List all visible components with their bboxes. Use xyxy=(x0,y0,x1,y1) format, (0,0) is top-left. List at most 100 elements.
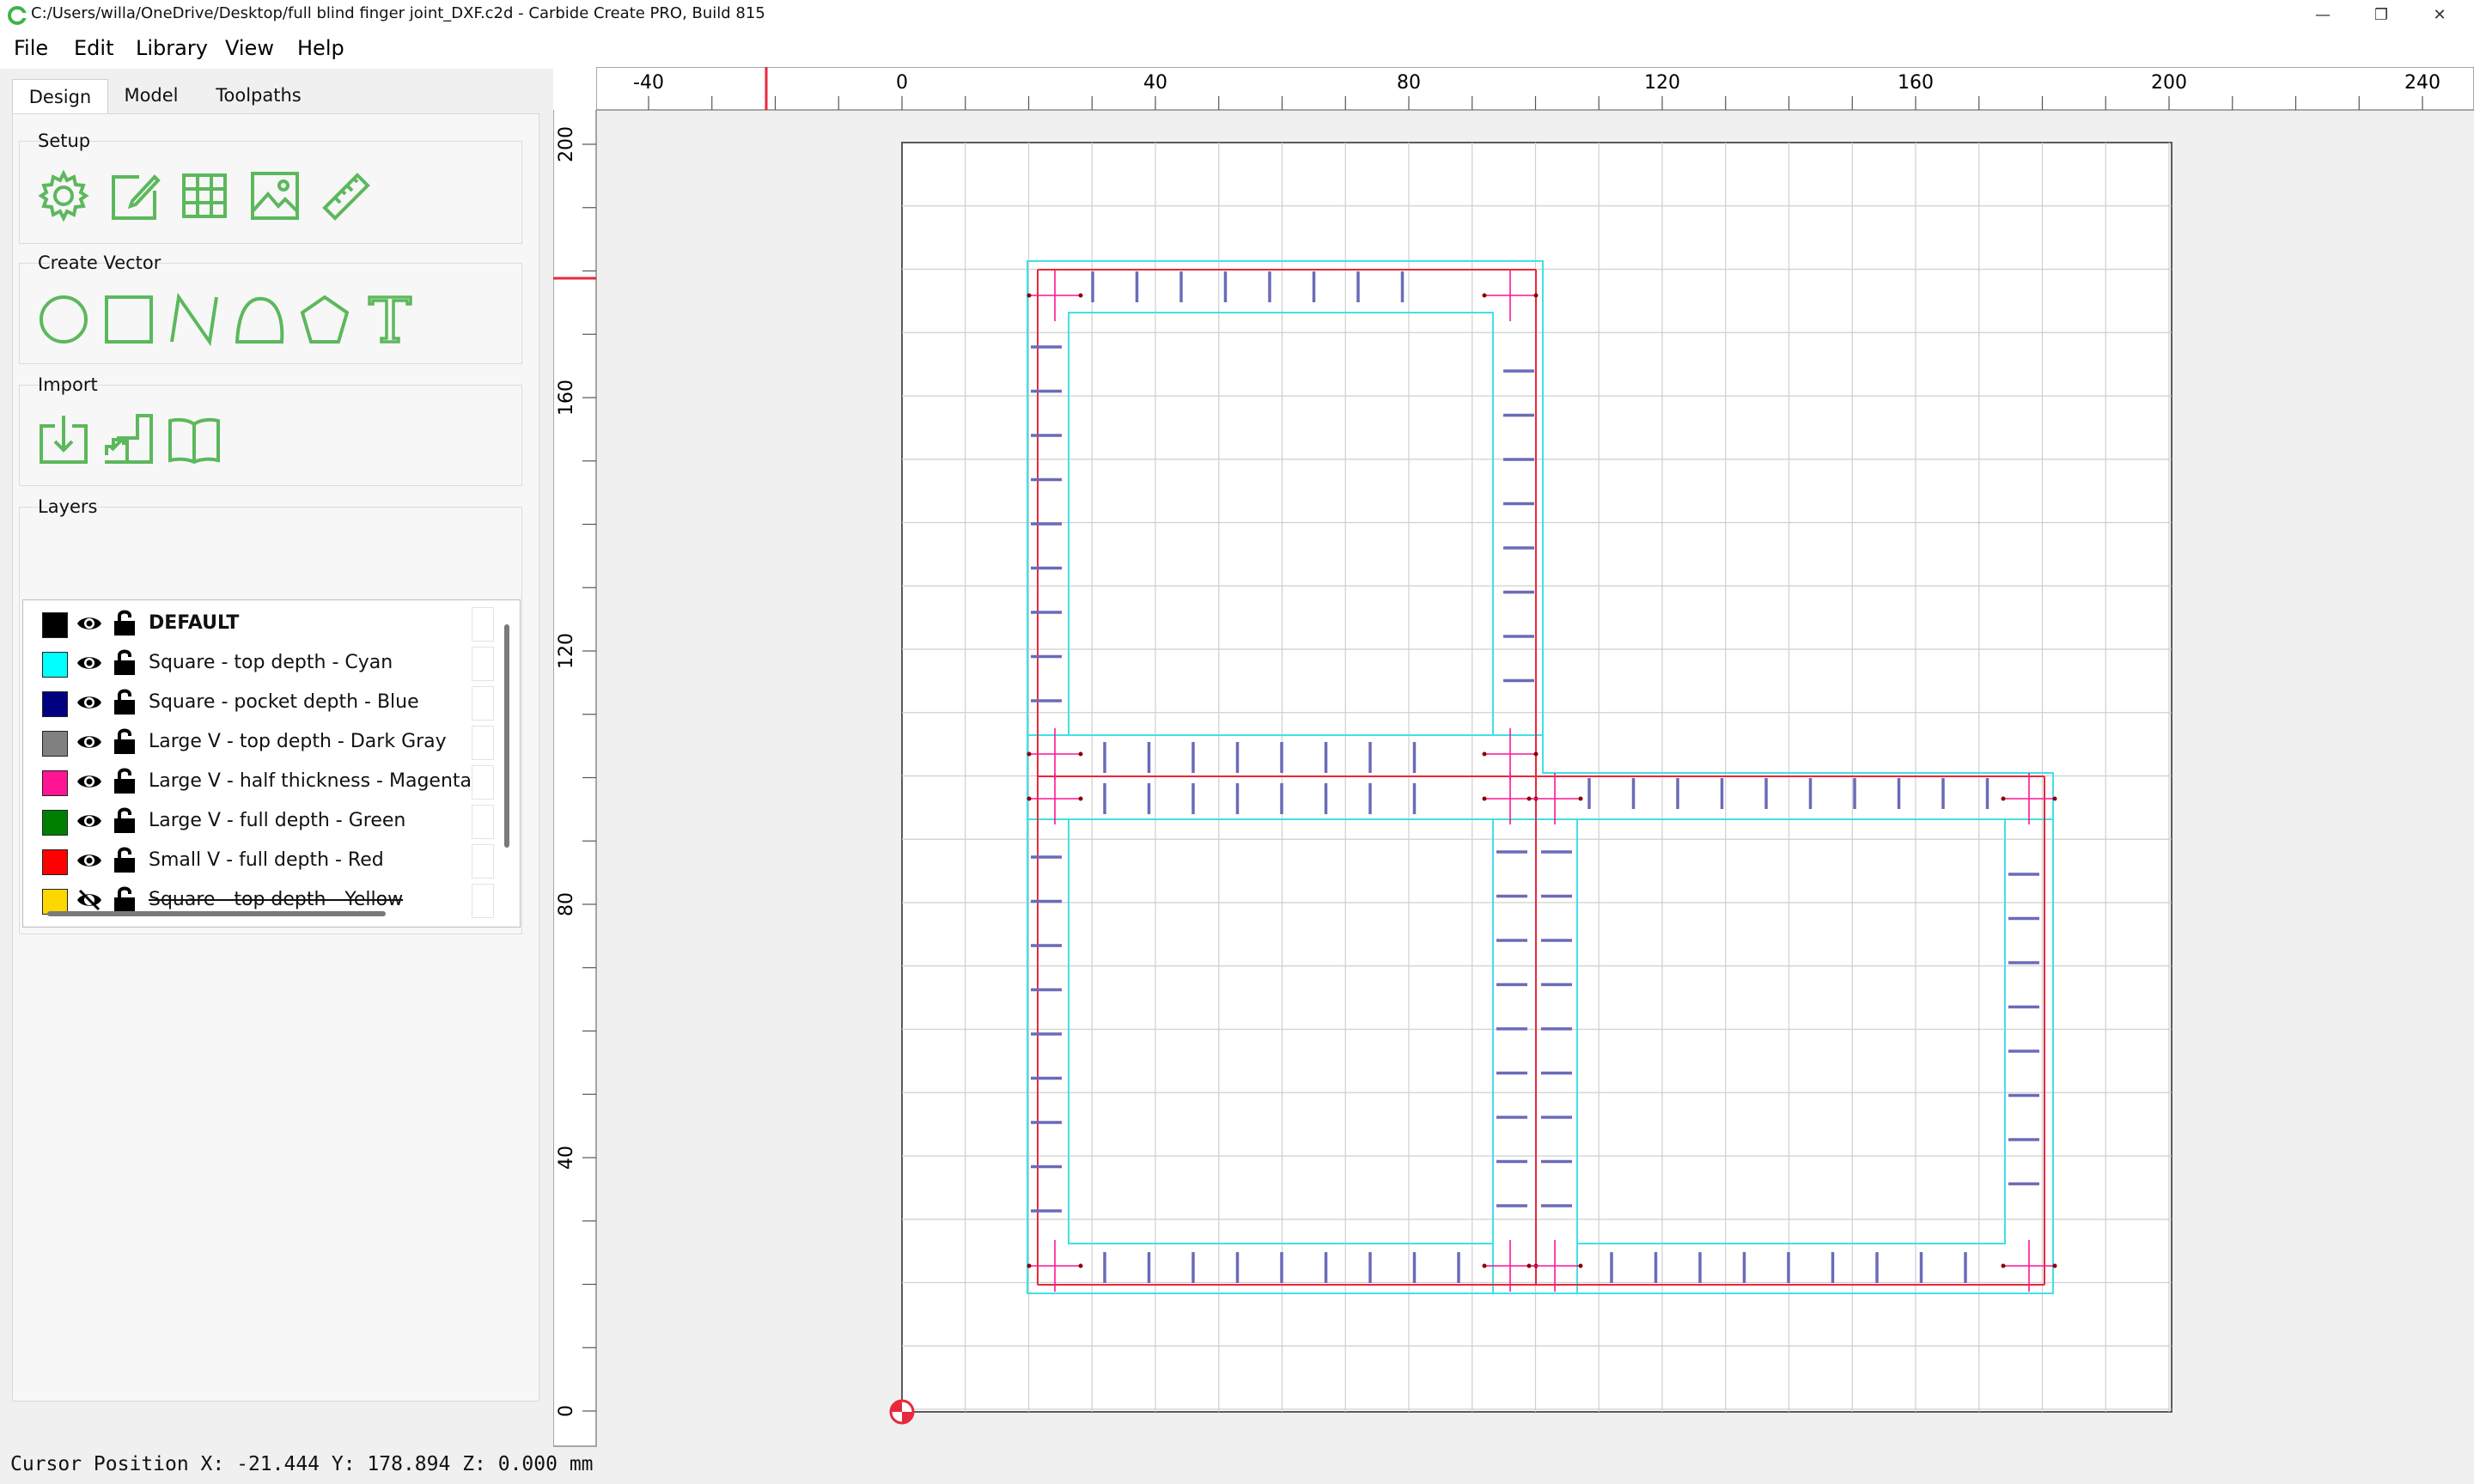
import-group xyxy=(19,385,522,486)
polyline-icon xyxy=(170,292,218,347)
import-stl-button[interactable] xyxy=(101,412,156,467)
unlocked-icon[interactable] xyxy=(113,727,137,755)
unlocked-icon[interactable] xyxy=(113,846,137,873)
restore-icon: ❐ xyxy=(2373,5,2389,24)
draw-polyline-button[interactable] xyxy=(167,292,222,347)
eye-hidden-icon[interactable] xyxy=(76,889,102,911)
design-canvas[interactable]: -40 0 40 80 120 160 200 240 200 160 120 … xyxy=(553,67,2474,1448)
layer-row-blue[interactable]: Square - pocket depth - Blue xyxy=(23,683,494,721)
tab-design[interactable]: Design xyxy=(12,79,108,114)
ruler-label-y: 120 xyxy=(556,633,577,669)
vector-library-button[interactable] xyxy=(167,412,222,467)
layer-color-swatch[interactable] xyxy=(42,810,68,836)
layer-row-magenta[interactable]: Large V - half thickness - Magenta xyxy=(23,762,494,800)
library-book-icon xyxy=(168,417,220,465)
menu-help[interactable]: Help xyxy=(297,36,344,60)
window-title: C:/Users/willa/OneDrive/Desktop/full bli… xyxy=(31,4,765,22)
maximize-button[interactable]: ❐ xyxy=(2354,0,2409,29)
ruler-label-y: 0 xyxy=(556,1405,577,1417)
menu-view[interactable]: View xyxy=(225,36,274,60)
unlocked-icon[interactable] xyxy=(113,609,137,636)
layer-color-swatch[interactable] xyxy=(42,770,68,796)
unlocked-icon[interactable] xyxy=(113,648,137,676)
create-vector-title: Create Vector xyxy=(38,252,161,273)
ruler-label-x: 160 xyxy=(1898,72,1934,94)
layers-title: Layers xyxy=(38,496,98,517)
menu-file[interactable]: File xyxy=(14,36,48,60)
ruler-corner xyxy=(553,67,596,110)
unlocked-icon[interactable] xyxy=(113,806,137,834)
layer-extra-cell[interactable] xyxy=(472,765,494,800)
relief-dot xyxy=(1027,1263,1032,1268)
tab-toolpaths[interactable]: Toolpaths xyxy=(196,79,321,112)
ruler-icon xyxy=(322,173,370,221)
draw-circle-button[interactable] xyxy=(36,292,91,347)
layer-row-default[interactable]: DEFAULT xyxy=(23,604,494,642)
grid-icon xyxy=(182,173,227,218)
layer-extra-cell[interactable] xyxy=(472,686,494,721)
import-vector-button[interactable] xyxy=(36,412,91,467)
layer-row-dark-gray[interactable]: Large V - top depth - Dark Gray xyxy=(23,722,494,760)
layer-extra-cell[interactable] xyxy=(472,607,494,642)
layer-color-swatch[interactable] xyxy=(42,849,68,875)
layers-list[interactable]: DEFAULT Square - top depth - Cyan Square… xyxy=(22,599,521,928)
draw-polygon-button[interactable] xyxy=(297,292,352,347)
measure-button[interactable] xyxy=(318,168,373,223)
draw-text-button[interactable] xyxy=(363,292,417,347)
relief-dot xyxy=(1578,1263,1583,1268)
layer-color-swatch[interactable] xyxy=(42,652,68,678)
layer-row-green[interactable]: Large V - full depth - Green xyxy=(23,801,494,839)
unlocked-icon[interactable] xyxy=(113,688,137,715)
relief-dot xyxy=(1578,796,1583,801)
eye-icon[interactable] xyxy=(76,849,102,872)
draw-rectangle-button[interactable] xyxy=(101,292,156,347)
relief-dot xyxy=(2052,796,2057,801)
title-bar: C:/Users/willa/OneDrive/Desktop/full bli… xyxy=(0,0,2474,29)
minimize-button[interactable]: — xyxy=(2295,0,2350,29)
tab-model[interactable]: Model xyxy=(110,79,192,112)
close-button[interactable]: ✕ xyxy=(2412,0,2467,29)
gear-icon xyxy=(38,169,89,222)
eye-icon[interactable] xyxy=(76,731,102,753)
eye-icon[interactable] xyxy=(76,612,102,635)
background-image-button[interactable] xyxy=(247,168,302,223)
unlocked-icon[interactable] xyxy=(113,767,137,794)
relief-dot xyxy=(1078,1263,1083,1268)
layers-horizontal-scrollbar[interactable] xyxy=(47,911,386,916)
unlocked-icon[interactable] xyxy=(113,885,137,913)
ruler-label-x: 80 xyxy=(1397,72,1421,94)
layer-extra-cell[interactable] xyxy=(472,647,494,681)
layer-color-swatch[interactable] xyxy=(42,691,68,717)
relief-dot xyxy=(1526,1263,1532,1268)
draw-curve-button[interactable] xyxy=(232,292,287,347)
layer-label: DEFAULT xyxy=(149,612,240,634)
ruler-label-x: 200 xyxy=(2151,72,2187,94)
canvas-svg[interactable]: -40 0 40 80 120 160 200 240 200 160 120 … xyxy=(553,67,2474,1448)
layer-row-cyan[interactable]: Square - top depth - Cyan xyxy=(23,643,494,681)
layer-row-red[interactable]: Small V - full depth - Red xyxy=(23,841,494,879)
vertical-ruler xyxy=(553,67,597,1447)
eye-icon[interactable] xyxy=(76,770,102,793)
job-setup-button[interactable] xyxy=(36,168,91,223)
layer-label: Square - pocket depth - Blue xyxy=(149,691,419,713)
layer-color-swatch[interactable] xyxy=(42,731,68,757)
grid-button[interactable] xyxy=(177,168,232,223)
edit-document-icon xyxy=(112,174,161,220)
layer-color-swatch[interactable] xyxy=(42,612,68,638)
layer-extra-cell[interactable] xyxy=(472,805,494,839)
origin-marker[interactable] xyxy=(889,1399,915,1425)
edit-setup-button[interactable] xyxy=(107,168,161,223)
layer-extra-cell[interactable] xyxy=(472,726,494,760)
menu-library[interactable]: Library xyxy=(136,36,208,60)
eye-icon[interactable] xyxy=(76,810,102,832)
ruler-label-x: -40 xyxy=(633,72,664,94)
layers-vertical-scrollbar[interactable] xyxy=(504,624,509,848)
layer-label: Square - top depth - Cyan xyxy=(149,652,393,673)
layer-extra-cell[interactable] xyxy=(472,844,494,879)
app-window: C:/Users/willa/OneDrive/Desktop/full bli… xyxy=(0,0,2474,1484)
layer-extra-cell[interactable] xyxy=(472,884,494,918)
eye-icon[interactable] xyxy=(76,691,102,714)
ruler-label-x: 120 xyxy=(1644,72,1680,94)
menu-edit[interactable]: Edit xyxy=(74,36,113,60)
eye-icon[interactable] xyxy=(76,652,102,674)
